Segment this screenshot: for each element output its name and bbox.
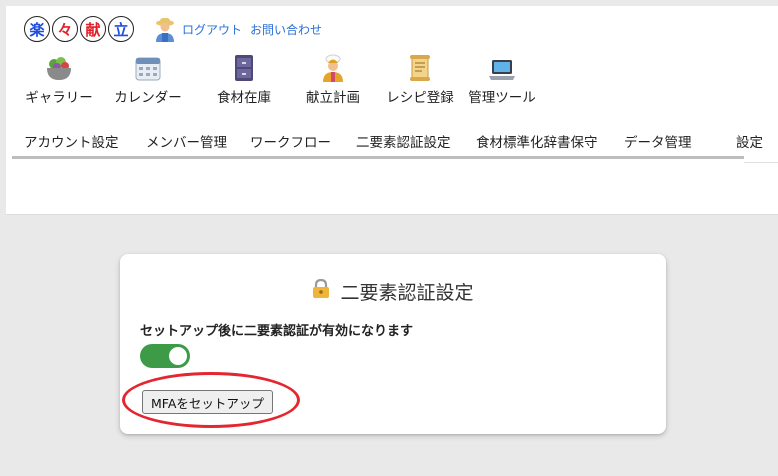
tab-data-management[interactable]: データ管理 <box>624 131 692 151</box>
scroll-icon <box>408 52 432 82</box>
menu-meal-plan-label: 献立計画 <box>306 90 360 106</box>
user-avatar-icon <box>152 16 178 42</box>
tab-member-management[interactable]: メンバー管理 <box>146 131 227 151</box>
menu-recipe-register-label: レシピ登録 <box>386 90 454 106</box>
menu-gallery[interactable]: ギャラリー <box>20 52 98 106</box>
logo-char-4: 立 <box>108 16 134 42</box>
card-title: 二要素認証設定 <box>340 282 474 304</box>
menu-meal-plan[interactable]: 献立計画 <box>290 52 376 106</box>
tab-ingredient-dictionary[interactable]: 食材標準化辞書保守 <box>476 131 598 151</box>
logout-link[interactable]: ログアウト <box>182 21 242 38</box>
app-header: 楽 々 献 立 ログアウト お問い合わせ ギャラリー カレンダー 食材在庫 献立… <box>6 6 778 215</box>
cabinet-icon <box>233 52 255 82</box>
menu-calendar[interactable]: カレンダー <box>98 52 198 106</box>
tab-account-settings[interactable]: アカウント設定 <box>24 131 119 151</box>
tab-two-factor-settings[interactable]: 二要素認証設定 <box>356 131 451 151</box>
tab-bar-divider <box>744 162 778 163</box>
tab-bar-underline <box>12 156 744 159</box>
logo-char-2: 々 <box>52 16 78 42</box>
laptop-icon <box>488 52 516 82</box>
logo-char-1: 楽 <box>24 16 50 42</box>
icon-menu: ギャラリー カレンダー 食材在庫 献立計画 レシピ登録 管理ツール <box>20 52 540 106</box>
calendar-icon <box>134 52 162 82</box>
logo-char-3: 献 <box>80 16 106 42</box>
salad-bowl-icon <box>44 52 74 82</box>
lock-icon <box>312 278 330 304</box>
toggle-knob[interactable] <box>169 347 187 365</box>
settings-tab-bar: アカウント設定 メンバー管理 ワークフロー 二要素認証設定 食材標準化辞書保守 … <box>20 128 778 156</box>
app-logo[interactable]: 楽 々 献 立 <box>24 16 134 42</box>
top-bar: 楽 々 献 立 ログアウト お問い合わせ <box>24 14 322 44</box>
mfa-toggle[interactable] <box>140 344 190 368</box>
menu-gallery-label: ギャラリー <box>25 90 93 106</box>
tab-settings[interactable]: 設定 <box>736 131 763 151</box>
menu-calendar-label: カレンダー <box>114 90 182 106</box>
menu-inventory-label: 食材在庫 <box>217 90 271 106</box>
contact-link[interactable]: お問い合わせ <box>250 21 322 38</box>
menu-recipe-register[interactable]: レシピ登録 <box>376 52 464 106</box>
chef-icon <box>320 52 346 82</box>
menu-admin-tools-label: 管理ツール <box>468 90 536 106</box>
annotation-ellipse <box>122 372 300 428</box>
card-header: 二要素認証設定 <box>120 278 666 305</box>
mfa-description: セットアップ後に二要素認証が有効になります <box>140 324 414 339</box>
menu-admin-tools[interactable]: 管理ツール <box>464 52 540 106</box>
menu-inventory[interactable]: 食材在庫 <box>198 52 290 106</box>
tab-workflow[interactable]: ワークフロー <box>250 131 331 151</box>
